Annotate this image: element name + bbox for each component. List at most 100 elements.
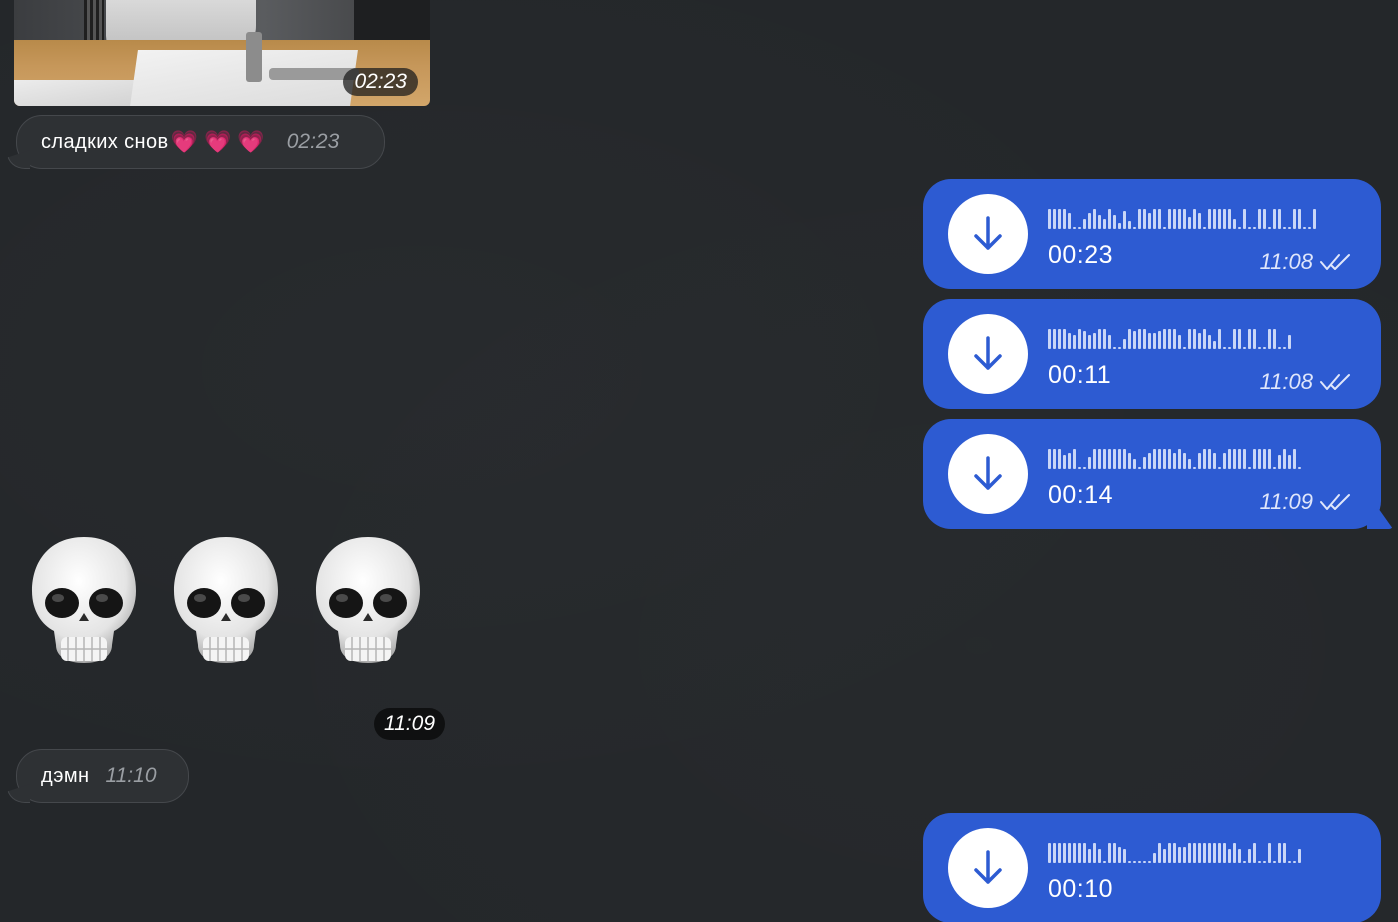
- waveform-bar: [1308, 227, 1311, 229]
- waveform-bar: [1098, 329, 1101, 349]
- incoming-message[interactable]: дэмн 11:10: [7, 749, 189, 803]
- waveform-bar: [1143, 209, 1146, 229]
- waveform-bar: [1238, 449, 1241, 469]
- waveform-bar: [1313, 209, 1316, 229]
- message-timestamp: 11:10: [105, 764, 157, 787]
- waveform-bar: [1063, 455, 1066, 469]
- skull-icon: [28, 533, 140, 668]
- waveform-bar: [1233, 219, 1236, 229]
- voice-duration: 00:23: [1048, 241, 1114, 269]
- waveform-bar: [1118, 223, 1121, 229]
- download-button[interactable]: [948, 828, 1028, 908]
- waveform-bar: [1208, 843, 1211, 863]
- waveform-bar: [1123, 849, 1126, 863]
- waveform-bar: [1193, 209, 1196, 229]
- waveform-bar: [1063, 329, 1066, 349]
- waveform-bar: [1173, 843, 1176, 863]
- waveform-bar: [1138, 861, 1141, 863]
- waveform-bar: [1298, 209, 1301, 229]
- waveform-bar: [1223, 453, 1226, 469]
- waveform-bar: [1068, 453, 1071, 469]
- waveform-bar: [1063, 843, 1066, 863]
- waveform-bar: [1233, 843, 1236, 863]
- voice-message[interactable]: 00:14 11:09: [923, 419, 1381, 529]
- waveform-bar: [1203, 329, 1206, 349]
- skull-icon: [170, 533, 282, 668]
- waveform-bar: [1188, 843, 1191, 863]
- emoji-timestamp: 11:09: [374, 708, 445, 740]
- waveform-bar: [1238, 849, 1241, 863]
- download-button[interactable]: [948, 434, 1028, 514]
- waveform-bar: [1193, 329, 1196, 349]
- waveform-bar: [1223, 347, 1226, 349]
- heart-emoji: 💗💗💗: [170, 129, 271, 154]
- waveform-bar: [1178, 209, 1181, 229]
- waveform-bar: [1303, 227, 1306, 229]
- double-check-icon: [1320, 254, 1350, 270]
- waveform-bar: [1203, 227, 1206, 229]
- waveform-bar: [1123, 339, 1126, 349]
- waveform-bar: [1248, 227, 1251, 229]
- waveform-bar: [1288, 335, 1291, 349]
- waveform-bar: [1263, 209, 1266, 229]
- message-timestamp: 11:08: [1259, 369, 1313, 394]
- waveform-bar: [1053, 843, 1056, 863]
- waveform-bar: [1213, 453, 1216, 469]
- voice-waveform[interactable]: [1048, 445, 1348, 469]
- skull-icon: [312, 533, 424, 668]
- waveform-bar: [1198, 843, 1201, 863]
- waveform-bar: [1253, 449, 1256, 469]
- waveform-bar: [1128, 453, 1131, 469]
- voice-duration: 00:14: [1048, 481, 1114, 509]
- waveform-bar: [1168, 329, 1171, 349]
- waveform-bar: [1113, 449, 1116, 469]
- voice-waveform[interactable]: [1048, 839, 1348, 863]
- download-button[interactable]: [948, 194, 1028, 274]
- waveform-bar: [1273, 209, 1276, 229]
- message-timestamp: 02:23: [286, 130, 340, 153]
- waveform-bar: [1268, 843, 1271, 863]
- waveform-bar: [1093, 333, 1096, 349]
- photo-message[interactable]: 02:23: [14, 0, 430, 106]
- waveform-bar: [1278, 843, 1281, 863]
- incoming-message[interactable]: сладких снов 💗💗💗 02:23: [7, 115, 385, 169]
- voice-message[interactable]: 00:11 11:08: [923, 299, 1381, 409]
- waveform-bar: [1193, 843, 1196, 863]
- voice-waveform[interactable]: [1048, 325, 1348, 349]
- message-timestamp: 11:08: [1259, 249, 1313, 274]
- voice-message[interactable]: 00:23 11:08: [923, 179, 1381, 289]
- waveform-bar: [1283, 449, 1286, 469]
- waveform-bar: [1118, 449, 1121, 469]
- waveform-bar: [1048, 843, 1051, 863]
- waveform-bar: [1083, 467, 1086, 469]
- waveform-bar: [1268, 227, 1271, 229]
- waveform-bar: [1088, 213, 1091, 229]
- waveform-bar: [1278, 347, 1281, 349]
- waveform-bar: [1178, 335, 1181, 349]
- waveform-bar: [1108, 335, 1111, 349]
- waveform-bar: [1183, 347, 1186, 349]
- waveform-bar: [1108, 843, 1111, 863]
- waveform-bar: [1073, 335, 1076, 349]
- waveform-bar: [1128, 861, 1131, 863]
- waveform-bar: [1183, 453, 1186, 469]
- waveform-bar: [1248, 329, 1251, 349]
- waveform-bar: [1263, 449, 1266, 469]
- waveform-bar: [1148, 453, 1151, 469]
- emoji-message[interactable]: [28, 533, 428, 668]
- message-text: сладких снов: [41, 130, 169, 153]
- waveform-bar: [1293, 861, 1296, 863]
- waveform-bar: [1108, 449, 1111, 469]
- voice-message[interactable]: 00:10: [923, 813, 1381, 922]
- waveform-bar: [1298, 467, 1301, 469]
- download-button[interactable]: [948, 314, 1028, 394]
- waveform-bar: [1228, 347, 1231, 349]
- waveform-bar: [1243, 449, 1246, 469]
- message-status: 11:08: [1260, 249, 1351, 275]
- voice-duration: 00:10: [1048, 875, 1114, 903]
- waveform-bar: [1073, 227, 1076, 229]
- waveform-bar: [1283, 227, 1286, 229]
- waveform-bar: [1213, 209, 1216, 229]
- voice-waveform[interactable]: [1048, 205, 1348, 229]
- waveform-bar: [1078, 843, 1081, 863]
